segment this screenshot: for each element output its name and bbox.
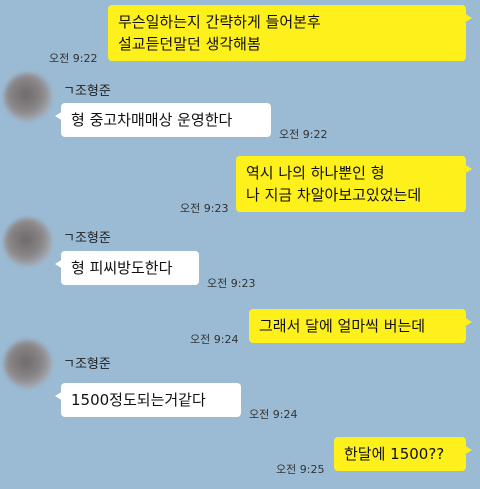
chat-area: 무슨일하는지 간략하게 들어본후 설교듣던말던 생각해봄 오전 9:22 ㄱ조형… — [0, 0, 480, 489]
message-line: 한달에 1500?? — [344, 445, 445, 463]
avatar[interactable] — [4, 73, 52, 121]
message-timestamp: 오전 9:22 — [49, 52, 98, 65]
message-timestamp: 오전 9:23 — [180, 202, 229, 215]
avatar[interactable] — [4, 218, 52, 266]
my-message-bubble[interactable]: 역시 나의 하나뿐인 형 나 지금 차알아보고있었는데 — [236, 156, 472, 212]
message-line: 1500정도되는거같다 — [71, 391, 206, 409]
message-timestamp: 오전 9:25 — [276, 463, 325, 476]
message-line: 설교듣던말던 생각해봄 — [118, 35, 261, 53]
message-line: 형 피씨방도한다 — [71, 259, 173, 277]
their-message-bubble[interactable]: 1500정도되는거같다 — [55, 383, 241, 417]
message-timestamp: 오전 9:24 — [249, 408, 298, 421]
their-message-bubble[interactable]: 형 중고차매매상 운영한다 — [55, 103, 271, 137]
avatar[interactable] — [4, 340, 52, 388]
message-line: 그래서 달에 얼마씩 버는데 — [259, 317, 426, 335]
message-timestamp: 오전 9:22 — [279, 128, 328, 141]
sender-name: ㄱ조형준 — [63, 357, 111, 372]
my-message-bubble[interactable]: 한달에 1500?? — [334, 437, 472, 471]
message-timestamp: 오전 9:23 — [207, 277, 256, 290]
their-message-bubble[interactable]: 형 피씨방도한다 — [55, 251, 199, 285]
sender-name: ㄱ조형준 — [63, 84, 111, 99]
message-line: 나 지금 차알아보고있었는데 — [246, 186, 422, 204]
message-line: 형 중고차매매상 운영한다 — [71, 111, 233, 129]
my-message-bubble[interactable]: 그래서 달에 얼마씩 버는데 — [249, 309, 472, 343]
my-message-bubble[interactable]: 무슨일하는지 간략하게 들어본후 설교듣던말던 생각해봄 — [108, 5, 472, 61]
sender-name: ㄱ조형준 — [63, 231, 111, 246]
message-line: 무슨일하는지 간략하게 들어본후 — [118, 13, 321, 31]
message-timestamp: 오전 9:24 — [190, 333, 239, 346]
message-line: 역시 나의 하나뿐인 형 — [246, 164, 385, 182]
